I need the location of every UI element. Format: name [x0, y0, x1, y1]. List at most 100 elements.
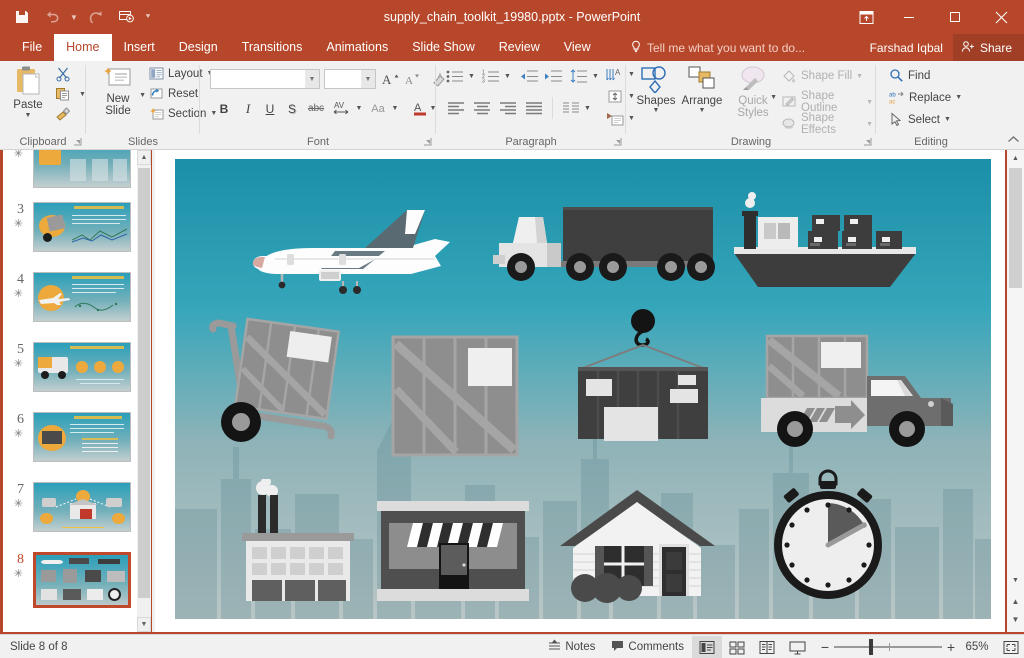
- slide-area-scrollbar[interactable]: ▲ ▼ ▲ ▼: [1007, 150, 1024, 632]
- stopwatch-graphic[interactable]: [760, 469, 895, 604]
- bullets-caret[interactable]: ▼: [466, 67, 477, 85]
- shape-fill-button[interactable]: Shape Fill ▼: [778, 67, 866, 85]
- tab-design[interactable]: Design: [167, 34, 230, 61]
- thumbnail-slide-2[interactable]: 2 ✳: [3, 150, 143, 188]
- thumbnail-image[interactable]: [33, 202, 131, 252]
- align-center-button[interactable]: [470, 99, 494, 117]
- next-slide-button[interactable]: ▼: [1007, 611, 1024, 628]
- line-spacing-button[interactable]: [568, 67, 590, 85]
- font-size-caret[interactable]: ▼: [361, 70, 375, 88]
- font-name-input[interactable]: ▼: [210, 69, 320, 89]
- thumbnail-slide-4[interactable]: 4 ✳: [3, 272, 143, 322]
- zoom-slider[interactable]: [834, 638, 942, 656]
- font-size-input[interactable]: ▼: [324, 69, 376, 89]
- account-name[interactable]: Farshad Iqbal: [860, 41, 953, 55]
- triangle-down-icon[interactable]: ▼: [137, 617, 151, 632]
- semi-truck-graphic[interactable]: [485, 197, 725, 297]
- factory-graphic[interactable]: [230, 479, 365, 604]
- increase-font-size-button[interactable]: A: [380, 69, 402, 89]
- find-button[interactable]: Find: [886, 67, 933, 84]
- shape-effects-button[interactable]: Shape Effects ▼: [778, 111, 876, 137]
- text-shadow-button[interactable]: S: [282, 99, 302, 118]
- columns-button[interactable]: [560, 99, 582, 117]
- font-dialog-launcher[interactable]: [421, 135, 433, 147]
- tab-animations[interactable]: Animations: [314, 34, 400, 61]
- copy-button[interactable]: ▼: [52, 85, 89, 103]
- scroll-down-arrow-icon[interactable]: ▼: [1007, 572, 1024, 588]
- quick-styles-button[interactable]: QuickStyles ▼: [730, 65, 776, 119]
- thumbnail-slide-3[interactable]: 3 ✳: [3, 202, 143, 252]
- increase-indent-button[interactable]: [542, 67, 564, 85]
- tab-view[interactable]: View: [552, 34, 603, 61]
- storefront-graphic[interactable]: [373, 499, 533, 604]
- thumbnail-image[interactable]: [33, 412, 131, 462]
- slide-editing-area[interactable]: [155, 150, 1005, 632]
- slide-canvas[interactable]: [175, 159, 991, 619]
- format-painter-button[interactable]: [52, 105, 74, 123]
- comments-button[interactable]: Comments: [603, 636, 692, 658]
- hand-truck-crate-graphic[interactable]: [205, 314, 355, 449]
- slide-sorter-button[interactable]: [722, 636, 752, 658]
- zoom-slider-knob[interactable]: [869, 639, 873, 655]
- numbering-caret[interactable]: ▼: [502, 67, 513, 85]
- drawing-dialog-launcher[interactable]: [861, 135, 873, 147]
- share-button[interactable]: Share: [953, 34, 1024, 61]
- ribbon-display-options-icon[interactable]: [846, 0, 886, 34]
- font-name-caret[interactable]: ▼: [305, 70, 319, 88]
- fit-slide-to-window-button[interactable]: [998, 640, 1024, 655]
- thumbnail-image[interactable]: [33, 272, 131, 322]
- character-spacing-caret[interactable]: ▼: [354, 99, 364, 118]
- new-slide-button[interactable]: NewSlide ▼: [92, 65, 144, 117]
- smartart-button[interactable]: [604, 109, 626, 127]
- zoom-in-button[interactable]: +: [942, 639, 960, 655]
- airplane-graphic[interactable]: [235, 204, 465, 299]
- replace-button[interactable]: abac Replace ▼: [886, 89, 965, 106]
- line-spacing-caret[interactable]: ▼: [590, 67, 601, 85]
- scroll-up-arrow-icon[interactable]: ▲: [1007, 150, 1024, 166]
- close-icon[interactable]: [978, 0, 1024, 34]
- tab-transitions[interactable]: Transitions: [230, 34, 315, 61]
- scrollbar-thumb[interactable]: [1009, 168, 1022, 288]
- thumbnail-image[interactable]: [33, 342, 131, 392]
- thumbnail-image-selected[interactable]: [33, 552, 131, 608]
- numbering-button[interactable]: 123: [480, 67, 502, 85]
- thumbnail-image[interactable]: [33, 482, 131, 532]
- reading-view-button[interactable]: [752, 636, 782, 658]
- align-justify-button[interactable]: [522, 99, 546, 117]
- tab-insert[interactable]: Insert: [112, 34, 167, 61]
- tell-me-search[interactable]: Tell me what you want to do...: [630, 34, 805, 61]
- tab-home[interactable]: Home: [54, 34, 111, 61]
- delivery-truck-crate-graphic[interactable]: [755, 334, 970, 454]
- thumbnail-slide-8[interactable]: 8 ✳: [3, 552, 143, 608]
- select-button[interactable]: Select ▼: [886, 111, 954, 128]
- align-left-button[interactable]: [444, 99, 468, 117]
- zoom-percent-label[interactable]: 65%: [960, 641, 994, 653]
- thumbnail-slide-5[interactable]: 5 ✳: [3, 342, 143, 392]
- paragraph-dialog-launcher[interactable]: [611, 135, 623, 147]
- strikethrough-button[interactable]: abc: [304, 99, 328, 118]
- collapse-ribbon-button[interactable]: [1007, 135, 1020, 147]
- zoom-control[interactable]: − + 65%: [812, 638, 998, 656]
- notes-button[interactable]: Notes: [540, 636, 603, 658]
- shapes-button[interactable]: Shapes ▼: [634, 65, 678, 114]
- house-graphic[interactable]: [555, 484, 720, 606]
- thumbnail-slide-6[interactable]: 6 ✳: [3, 412, 143, 462]
- font-color-button[interactable]: A: [410, 99, 430, 118]
- arrange-button[interactable]: Arrange ▼: [678, 65, 726, 114]
- slides-thumbnail-pane[interactable]: 2 ✳ 3 ✳: [3, 150, 143, 632]
- crane-container-graphic[interactable]: [560, 307, 725, 457]
- tab-file[interactable]: File: [10, 34, 54, 61]
- zoom-out-button[interactable]: −: [816, 639, 834, 655]
- tab-slide-show[interactable]: Slide Show: [400, 34, 487, 61]
- minimize-icon[interactable]: [886, 0, 932, 34]
- triangle-up-icon[interactable]: ▲: [137, 150, 151, 165]
- change-case-button[interactable]: Aa: [366, 99, 390, 118]
- character-spacing-button[interactable]: AV: [330, 99, 354, 118]
- bold-button[interactable]: B: [214, 99, 234, 118]
- italic-button[interactable]: I: [238, 99, 258, 118]
- cut-button[interactable]: [52, 65, 74, 83]
- align-right-button[interactable]: [496, 99, 520, 117]
- cargo-ship-graphic[interactable]: [730, 191, 920, 296]
- bullets-button[interactable]: [444, 67, 466, 85]
- maximize-icon[interactable]: [932, 0, 978, 34]
